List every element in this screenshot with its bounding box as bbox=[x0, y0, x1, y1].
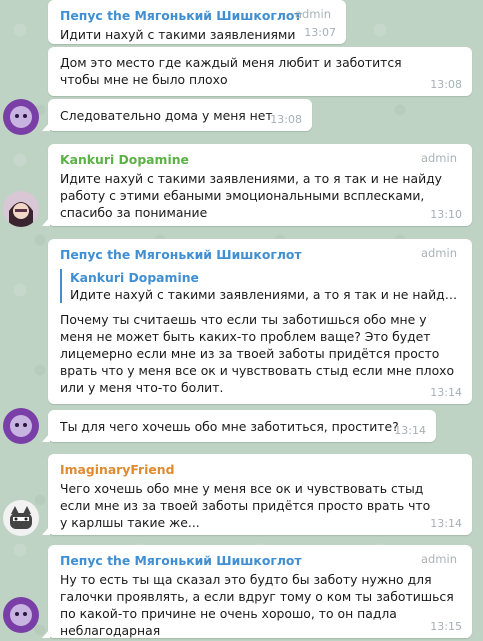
bubble-tail bbox=[42, 217, 50, 226]
message-text: Следовательно дома у меня нет bbox=[60, 108, 273, 123]
message-time: 13:07 bbox=[304, 26, 336, 39]
sender-name[interactable]: Kankuri Dopamine bbox=[60, 151, 460, 168]
admin-badge: admin bbox=[294, 7, 331, 21]
avatar-kankuri[interactable] bbox=[3, 191, 39, 227]
message-bubble[interactable]: Kankuri Dopamine admin Идите нахуй с так… bbox=[42, 144, 472, 226]
bubble-tail bbox=[42, 629, 50, 638]
reply-text: Идите нахуй с такими заявлениями, а то я… bbox=[70, 287, 460, 302]
sender-name[interactable]: Пепус the Мягонький Шишкоглот bbox=[60, 246, 460, 263]
message-time: 13:15 bbox=[430, 620, 462, 633]
avatar-imaginaryfriend[interactable] bbox=[3, 500, 39, 536]
avatar-pepus[interactable] bbox=[3, 99, 39, 135]
message-time: 13:10 bbox=[430, 208, 462, 221]
bubble-tail bbox=[42, 526, 50, 535]
message-text: Дом это место где каждый меня любит и за… bbox=[60, 55, 402, 87]
message-bubble[interactable]: Следовательно дома у меня нет 13:08 bbox=[42, 99, 312, 131]
message-text: Чего хочешь обо мне у меня все ок и чувс… bbox=[60, 481, 431, 530]
message-text: Ну то есть ты ща сказал это будто бы заб… bbox=[60, 572, 454, 638]
admin-badge: admin bbox=[420, 552, 457, 566]
message-time: 13:08 bbox=[270, 113, 302, 126]
message-text: Ты для чего хочешь обо мне заботиться, п… bbox=[60, 419, 399, 434]
reply-sender: Kankuri Dopamine bbox=[70, 270, 199, 285]
message-bubble[interactable]: Ты для чего хочешь обо мне заботиться, п… bbox=[42, 410, 436, 442]
avatar-pepus[interactable] bbox=[3, 408, 39, 444]
message-text: Идите нахуй с такими заявлениями, а то я… bbox=[60, 171, 443, 220]
message-bubble[interactable]: Пепус the Мягонький Шишкоглот admin Идит… bbox=[48, 0, 346, 44]
message-time: 13:08 bbox=[430, 78, 462, 91]
admin-badge: admin bbox=[420, 246, 457, 260]
reply-quote[interactable]: Kankuri Dopamine Идите нахуй с такими за… bbox=[60, 269, 460, 303]
message-bubble[interactable]: Пепус the Мягонький Шишкоглот admin Kank… bbox=[48, 239, 472, 404]
message-bubble[interactable]: Дом это место где каждый меня любит и за… bbox=[48, 47, 472, 96]
message-bubble[interactable]: ImaginaryFriend Чего хочешь обо мне у ме… bbox=[42, 454, 472, 535]
message-text: Идити нахуй с такими заявлениями bbox=[60, 27, 296, 42]
message-bubble[interactable]: Пепус the Мягонький Шишкоглот admin Ну т… bbox=[42, 545, 472, 638]
sender-name[interactable]: Пепус the Мягонький Шишкоглот bbox=[60, 7, 334, 24]
sender-name[interactable]: ImaginaryFriend bbox=[60, 461, 460, 478]
admin-badge: admin bbox=[420, 151, 457, 165]
bubble-tail bbox=[42, 433, 50, 442]
message-time: 13:14 bbox=[430, 517, 462, 530]
bubble-tail bbox=[42, 122, 50, 131]
message-text: Почему ты считаешь что если ты заботишьс… bbox=[60, 312, 455, 395]
message-time: 13:14 bbox=[430, 386, 462, 399]
message-time: 13:14 bbox=[394, 424, 426, 437]
sender-name[interactable]: Пепус the Мягонький Шишкоглот bbox=[60, 552, 460, 569]
avatar-pepus[interactable] bbox=[3, 597, 39, 633]
